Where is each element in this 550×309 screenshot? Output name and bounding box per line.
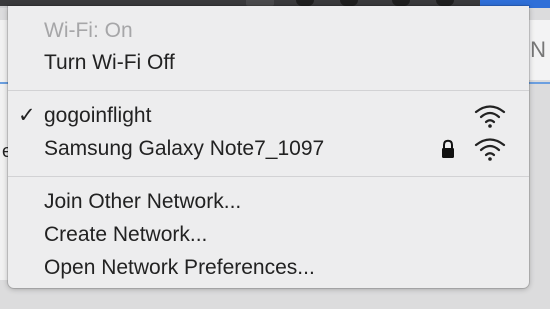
network-item-gogoinflight[interactable]: ✓ gogoinflight (8, 99, 529, 132)
menu-separator (8, 90, 529, 91)
menu-separator (8, 176, 529, 177)
background-focus-line (526, 82, 550, 84)
join-other-network-item[interactable]: Join Other Network... (8, 185, 529, 218)
wifi-signal-icon (474, 138, 506, 161)
background-text-fragment: N (530, 37, 546, 62)
network-name: Samsung Galaxy Note7_1097 (44, 136, 325, 160)
turn-wifi-off-label: Turn Wi-Fi Off (44, 50, 175, 74)
wifi-status-item: Wi-Fi: On (8, 14, 529, 47)
turn-wifi-off-item[interactable]: Turn Wi-Fi Off (8, 46, 529, 79)
wifi-status-label: Wi-Fi: On (44, 18, 133, 42)
network-name: gogoinflight (44, 103, 152, 127)
wifi-menu: Wi-Fi: On Turn Wi-Fi Off ✓ gogoinflight … (8, 6, 529, 288)
create-network-label: Create Network... (44, 222, 208, 246)
create-network-item[interactable]: Create Network... (8, 218, 529, 251)
wifi-signal-icon (474, 105, 506, 128)
checkmark-icon: ✓ (18, 104, 36, 127)
open-network-preferences-label: Open Network Preferences... (44, 255, 315, 279)
lock-icon (442, 139, 454, 158)
network-item-samsung-galaxy-note7[interactable]: Samsung Galaxy Note7_1097 (8, 132, 529, 165)
open-network-preferences-item[interactable]: Open Network Preferences... (8, 251, 529, 284)
join-other-network-label: Join Other Network... (44, 189, 242, 213)
